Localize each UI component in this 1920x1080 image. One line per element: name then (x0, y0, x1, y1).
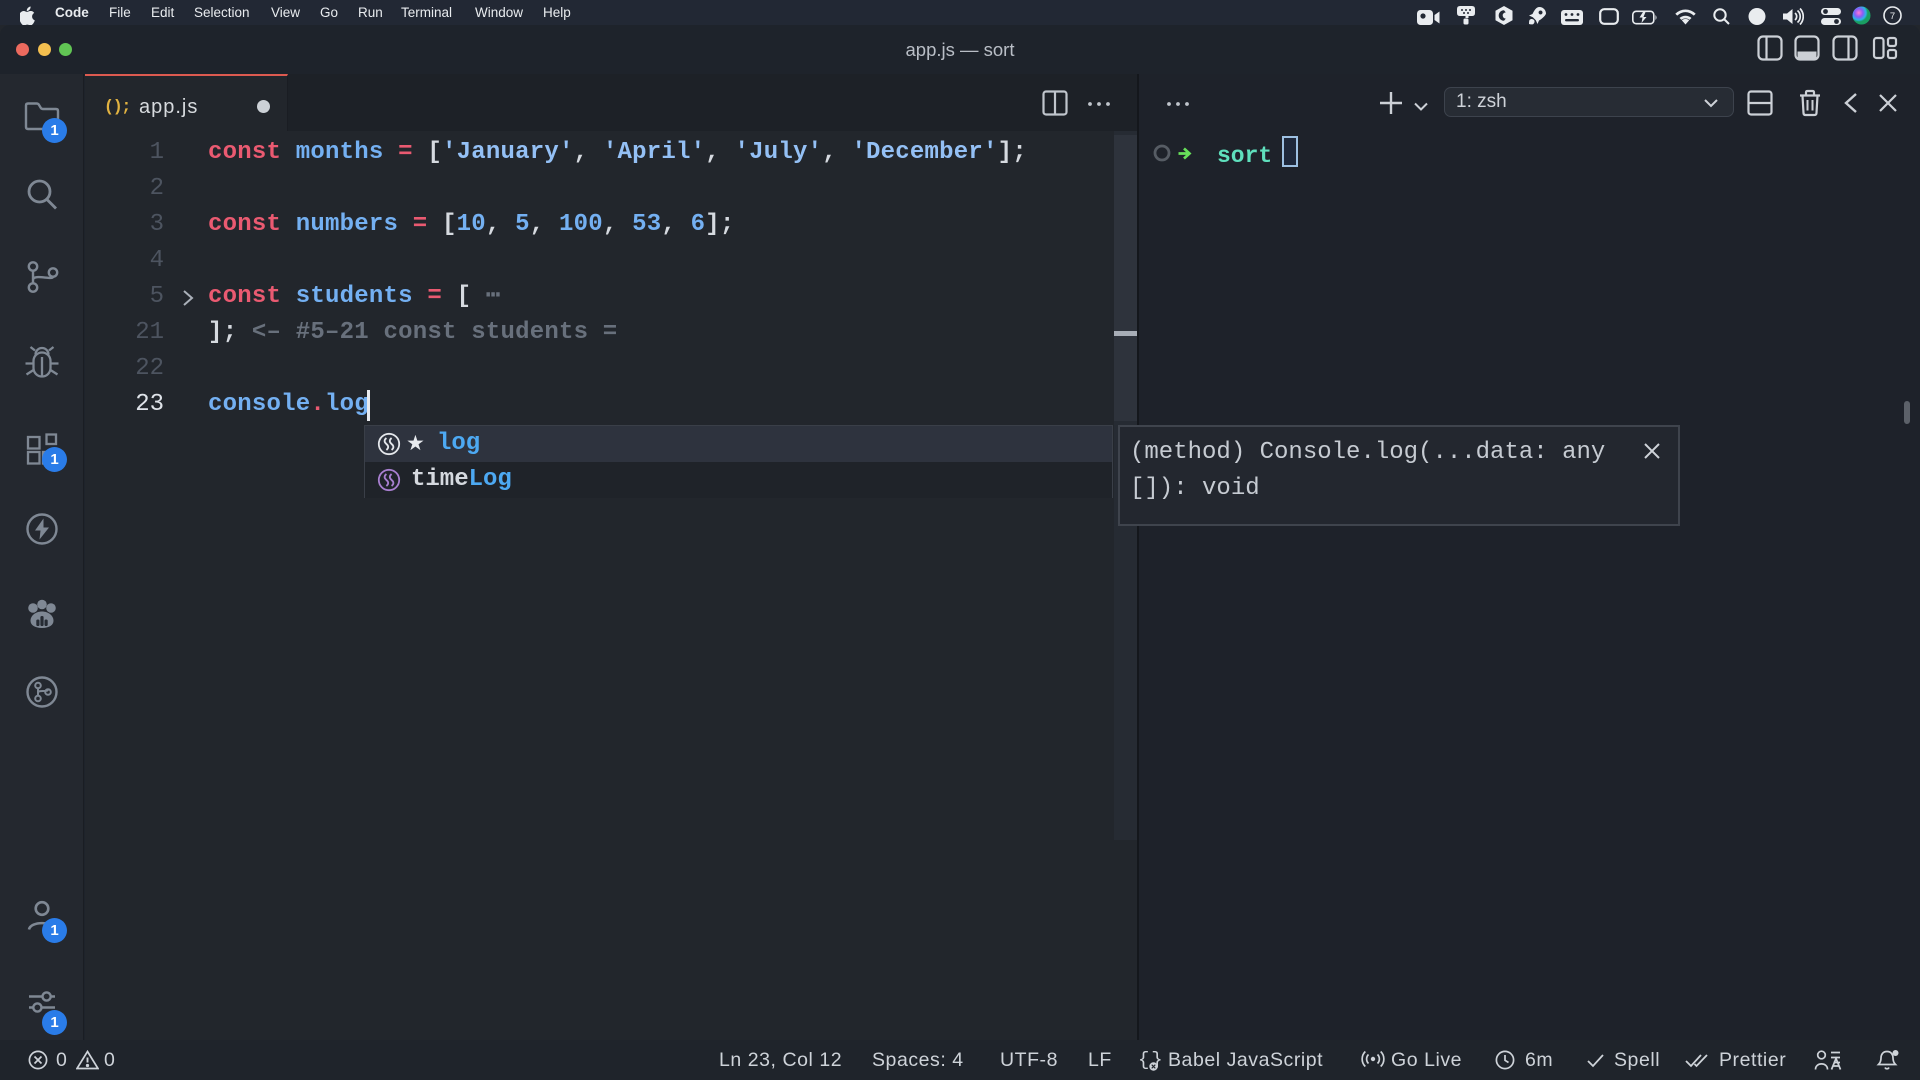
svg-text:7: 7 (1890, 11, 1895, 22)
